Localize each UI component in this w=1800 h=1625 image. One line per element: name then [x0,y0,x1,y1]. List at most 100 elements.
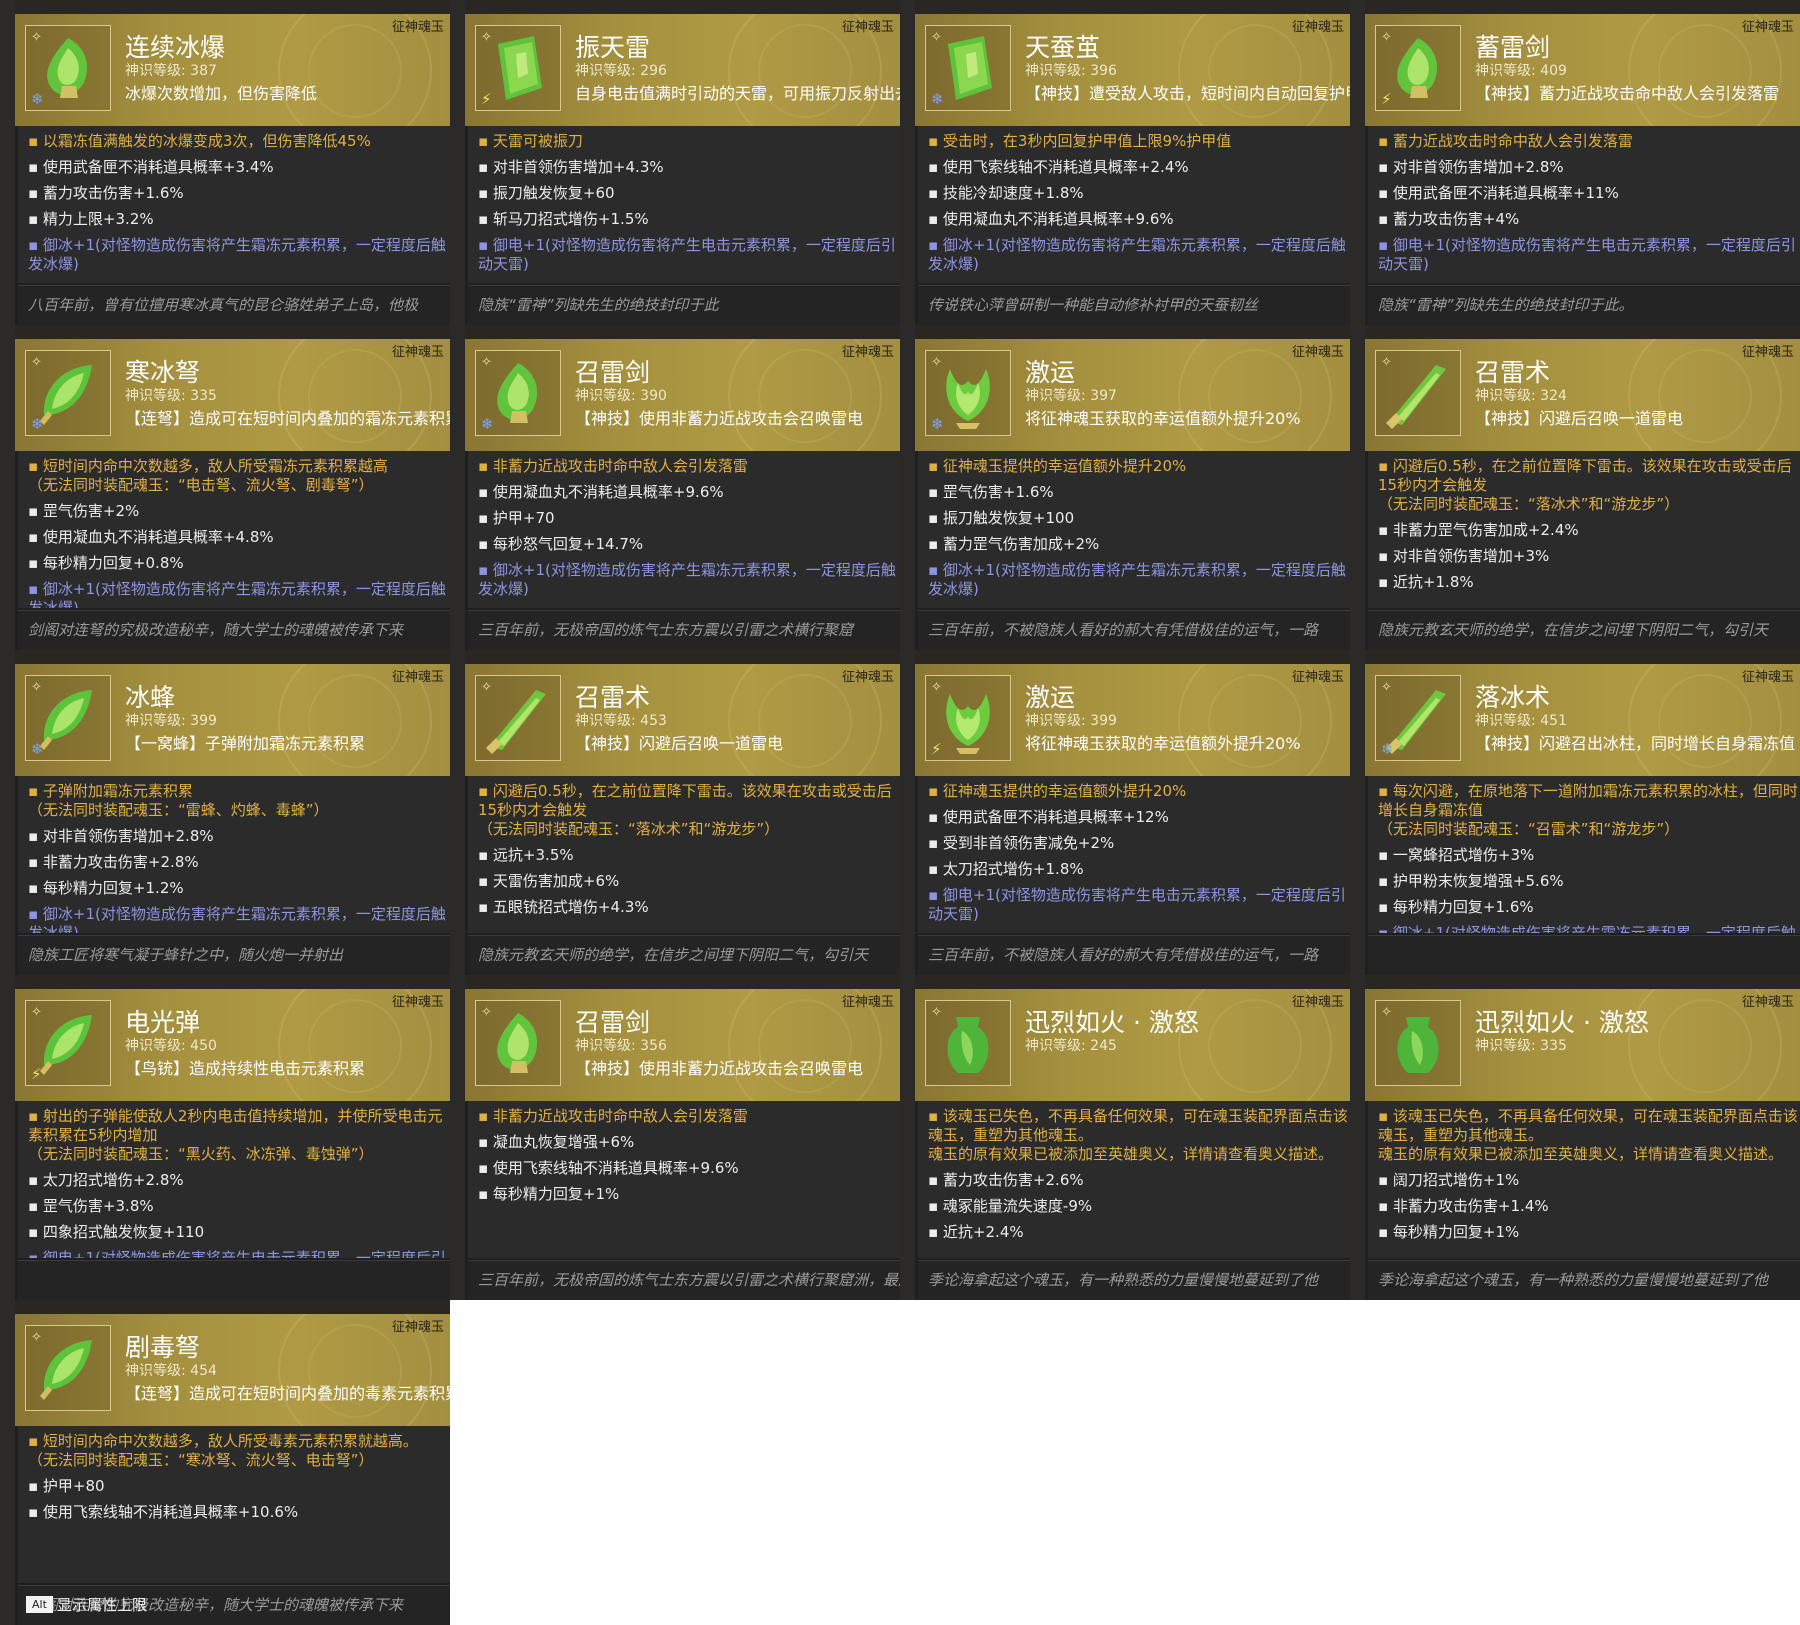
attribute-line: ▪ 御冰+1(对怪物造成伤害将产生霜冻元素积累，一定程度后触发冰爆) [928,561,1346,598]
alt-hint[interactable]: Alt 显示属性上限 [26,1594,147,1615]
frost-icon: ❄ [31,90,44,108]
attribute-line: ▪ 护甲+70 [478,509,555,527]
top-strip [1350,650,1800,664]
top-strip [900,975,1350,989]
attribute-line: ▪ 使用武备匣不消耗道具概率+11% [1378,184,1619,202]
attribute-line: ▪ 太刀招式增伤+1.8% [928,860,1084,878]
left-strip [900,325,915,650]
soul-jade-card[interactable]: 征神魂玉 ✧ ❄ 召雷剑 神识等级: 390 【神技】使用非蓄力近战攻击会召唤雷电 ▪ 非蓄… [450,325,900,650]
attribute-line: ▪ 五眼铳招式增伤+4.3% [478,898,649,916]
sparkle-icon: ✧ [931,1005,942,1020]
soul-jade-card[interactable]: 征神魂玉 ✧ ⚡ 振天雷 神识等级: 296 自身电击值满时引动的天雷，可用振刀反射出去 ▪… [450,0,900,325]
icon-frame: ✧ [25,1325,111,1411]
attribute-line: ▪ 御电+1(对怪物造成伤害将产生电击元素积累，一定程度后引动天雷) [1378,236,1796,273]
jade-name: 激运 [1025,683,1076,712]
soul-jade-card[interactable]: 征神魂玉 ✧ ❄ 天蚕茧 神识等级: 396 【神技】遭受敌人攻击，短时间内自动回复护甲值… [900,0,1350,325]
attribute-list: ▪ 非蓄力近战攻击时命中敌人会引发落雷 ▪ 使用凝血丸不消耗道具概率+9.6% ▪ … [468,451,900,608]
attribute-line: ▪ 对非首领伤害增加+2.8% [1378,158,1564,176]
soul-jade-card[interactable]: 征神魂玉 ✧ ⚡ 电光弹 神识等级: 450 【鸟铳】造成持续性电击元素积累 ▪ 射出的子弹… [0,975,450,1300]
attribute-line: ▪ 每秒精力回复+1% [1378,1223,1520,1241]
attribute-line: ▪ 使用飞索线轴不消耗道具概率+9.6% [478,1159,739,1177]
attribute-line: ▪ 使用凝血丸不消耗道具概率+9.6% [478,483,724,501]
category-tag: 征神魂玉 [841,345,894,360]
soul-jade-card[interactable]: 征神魂玉 ✧ ⚡ 蓄雷剑 神识等级: 409 【神技】蓄力近战攻击命中敌人会引发落雷 ▪ 蓄… [1350,0,1800,325]
attribute-line: ▪ 御冰+1(对怪物造成伤害将产生霜冻元素积累，一定程度后触发冰爆) [1378,924,1796,933]
jade-name: 天蚕茧 [1025,33,1101,62]
jade-subtitle: 【神技】闪避召出冰柱，同时增长自身霜冻值 [1475,734,1796,753]
soul-jade-card[interactable]: 征神魂玉 ✧ ⚡ 激运 神识等级: 399 将征神魂玉获取的幸运值额外提升20% ▪ 征神魂… [900,650,1350,975]
attribute-line: ▪ 技能冷却速度+1.8% [928,184,1084,202]
jade-name: 振天雷 [575,33,651,62]
jade-level: 神识等级: 450 [125,1038,217,1054]
left-strip [900,650,915,975]
lore-text: 三百年前，不被隐族人看好的郝大有凭借极佳的运气，一路 [918,935,1350,975]
lore-text: 八百年前，曾有位擅用寒冰真气的昆仑骆姓弟子上岛，他极 [18,285,450,325]
attribute-list: ▪ 该魂玉已失色，不再具备任何效果，可在魂玉装配界面点击该魂玉，重塑为其他魂玉。… [918,1101,1350,1258]
attribute-line: ▪ 魂冢能量流失速度-9% [928,1197,1093,1215]
soul-jade-card[interactable]: 征神魂玉 ✧ 剧毒弩 神识等级: 454 【连弩】造成可在短时间内叠加的毒素元素积累 ▪ … [0,1300,450,1625]
soul-jade-card[interactable]: 征神魂玉 ✧ ❄ 冰蜂 神识等级: 399 【一窝蜂】子弹附加霜冻元素积累 ▪ 子弹附加霜冻… [0,650,450,975]
left-strip [450,650,465,975]
attribute-line: ▪ 短时间内命中次数越多，敌人所受毒素元素积累就越高。 （无法同时装配魂玉：“寒… [28,1432,418,1469]
attribute-list: ▪ 射出的子弹能使敌人2秒内电击值持续增加，并使所受电击元素积累在5秒内增加 （… [18,1101,450,1258]
lore-text: 传说铁心萍曾研制一种能自动修补衬甲的天蚕韧丝 [918,285,1350,325]
attribute-list: ▪ 每次闪避，在原地落下一道附加霜冻元素积累的冰柱，但同时增长自身霜冻值 （无法… [1368,776,1800,933]
attribute-line: ▪ 御冰+1(对怪物造成伤害将产生霜冻元素积累，一定程度后触发冰爆) [28,580,446,608]
attribute-line: ▪ 使用飞索线轴不消耗道具概率+10.6% [28,1503,299,1521]
attribute-list: ▪ 征神魂玉提供的幸运值额外提升20% ▪ 罡气伤害+1.6% ▪ 振刀触发恢复+1… [918,451,1350,608]
sparkle-icon: ✧ [481,1005,492,1020]
attribute-line: ▪ 非蓄力攻击伤害+2.8% [28,853,199,871]
soul-jade-card[interactable]: 征神魂玉 ✧ ❄ 寒冰弩 神识等级: 335 【连弩】造成可在短时间内叠加的霜冻元素积累 ▪… [0,325,450,650]
category-tag: 征神魂玉 [1291,20,1344,35]
left-strip [0,1300,15,1625]
lore-text: 隐族工匠将寒气凝于蜂针之中，随火炮一并射出 [18,935,450,975]
attribute-line: ▪ 子弹附加霜冻元素积累 （无法同时装配魂玉：“雷蜂、灼蜂、毒蜂”） [28,782,329,819]
jade-name: 召雷剑 [575,358,651,387]
soul-jade-card[interactable]: 征神魂玉 ✧ 迅烈如火 · 激怒 神识等级: 335 ▪ 该魂玉已失色，不再具备任何效果… [1350,975,1800,1300]
attribute-line: ▪ 使用凝血丸不消耗道具概率+4.8% [28,528,274,546]
jade-level: 神识等级: 453 [575,713,667,729]
top-strip [450,0,900,14]
alt-key[interactable]: Alt [26,1596,53,1613]
lore-text: 三百年前，无极帝国的炼气士东方震以引雷之术横行聚窟 [468,610,900,650]
sparkle-icon: ✧ [31,1330,42,1345]
attribute-line: ▪ 使用武备匣不消耗道具概率+3.4% [28,158,274,176]
card-header: 征神魂玉 ✧ ❄ 冰蜂 神识等级: 399 【一窝蜂】子弹附加霜冻元素积累 [15,664,450,776]
attribute-line: ▪ 远抗+3.5% [478,846,574,864]
jade-level: 神识等级: 296 [575,63,667,79]
soul-jade-grid: 征神魂玉 ✧ ❄ 连续冰爆 神识等级: 387 冰爆次数增加，但伤害降低 ▪ 以霜冻值满触发… [0,0,1800,1625]
attribute-line: ▪ 使用飞索线轴不消耗道具概率+2.4% [928,158,1189,176]
soul-jade-card[interactable]: 征神魂玉 ✧ 召雷术 神识等级: 324 【神技】闪避后召唤一道雷电 ▪ 闪避后0.5秒，… [1350,325,1800,650]
soul-jade-card[interactable]: 征神魂玉 ✧ 召雷剑 神识等级: 356 【神技】使用非蓄力近战攻击会召唤雷电 ▪ 非蓄力… [450,975,900,1300]
category-tag: 征神魂玉 [391,20,444,35]
attribute-line: ▪ 蓄力近战攻击时命中敌人会引发落雷 [1378,132,1633,150]
top-strip [0,0,450,14]
soul-jade-card[interactable]: 征神魂玉 ✧ 召雷术 神识等级: 453 【神技】闪避后召唤一道雷电 ▪ 闪避后0.5秒，… [450,650,900,975]
attribute-line: ▪ 一窝蜂招式增伤+3% [1378,846,1535,864]
thunder-icon: ⚡ [931,740,942,758]
soul-jade-card[interactable]: 征神魂玉 ✧ ❄ 连续冰爆 神识等级: 387 冰爆次数增加，但伤害降低 ▪ 以霜冻值满触发… [0,0,450,325]
card-header: 征神魂玉 ✧ ❄ 连续冰爆 神识等级: 387 冰爆次数增加，但伤害降低 [15,14,450,126]
top-strip [900,650,1350,664]
card-header: 征神魂玉 ✧ ❄ 激运 神识等级: 397 将征神魂玉获取的幸运值额外提升20% [915,339,1350,451]
soul-jade-card[interactable]: 征神魂玉 ✧ ❄ 落冰术 神识等级: 451 【神技】闪避召出冰柱，同时增长自身霜冻值 ▪ … [1350,650,1800,975]
left-strip [450,0,465,325]
icon-frame: ✧ ❄ [25,350,111,436]
attribute-line: ▪ 该魂玉已失色，不再具备任何效果，可在魂玉装配界面点击该魂玉，重塑为其他魂玉。… [1378,1107,1798,1163]
top-strip [0,325,450,339]
attribute-line: ▪ 每秒精力回复+1.6% [1378,898,1534,916]
card-header: 征神魂玉 ✧ ❄ 天蚕茧 神识等级: 396 【神技】遭受敌人攻击，短时间内自动回复护甲值 [915,14,1350,126]
attribute-list: ▪ 征神魂玉提供的幸运值额外提升20% ▪ 使用武备匣不消耗道具概率+12% ▪ 受… [918,776,1350,933]
soul-jade-card[interactable]: 征神魂玉 ✧ 迅烈如火 · 激怒 神识等级: 245 ▪ 该魂玉已失色，不再具备任何效果… [900,975,1350,1300]
jade-level: 神识等级: 397 [1025,388,1117,404]
header-ornament-inner [1208,999,1302,1093]
card-header: 征神魂玉 ✧ 迅烈如火 · 激怒 神识等级: 335 [1365,989,1800,1101]
attribute-line: ▪ 御冰+1(对怪物造成伤害将产生霜冻元素积累，一定程度后触发冰爆) [478,561,896,598]
jade-subtitle: 冰爆次数增加，但伤害降低 [125,84,318,103]
icon-frame: ✧ ⚡ [25,1000,111,1086]
sparkle-icon: ✧ [1381,30,1392,45]
category-tag: 征神魂玉 [841,20,894,35]
soul-jade-card[interactable]: 征神魂玉 ✧ ❄ 激运 神识等级: 397 将征神魂玉获取的幸运值额外提升20% ▪ 征神魂… [900,325,1350,650]
attribute-line: ▪ 近抗+2.4% [928,1223,1024,1241]
alt-hint-label: 显示属性上限 [56,1596,147,1614]
